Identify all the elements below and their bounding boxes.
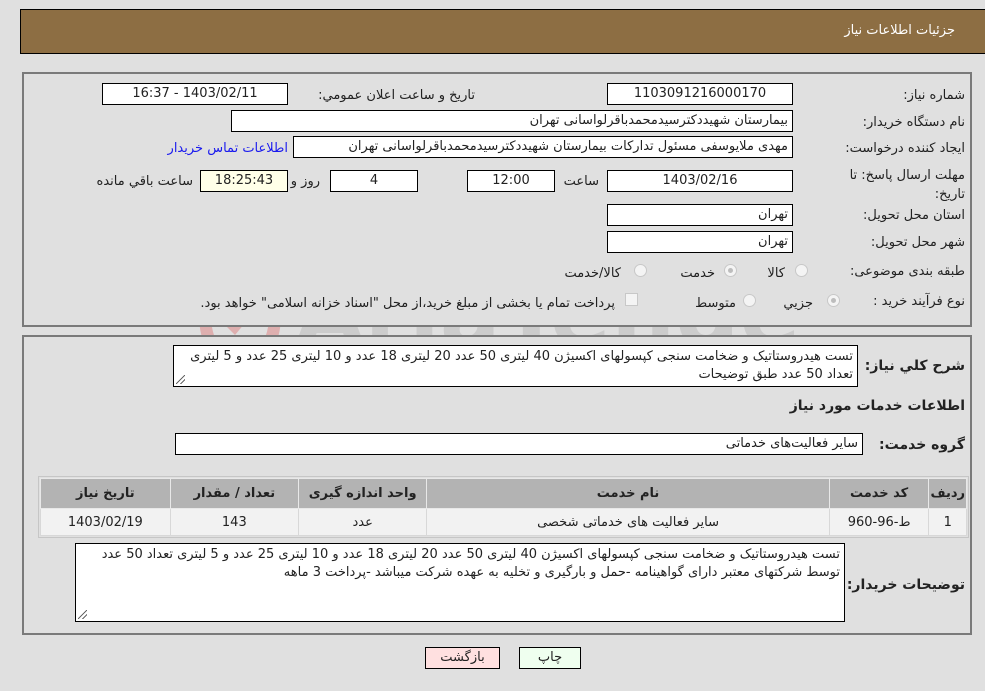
page-header: جزئیات اطلاعات نیاز bbox=[20, 9, 985, 54]
province-field: تهران bbox=[607, 204, 793, 226]
buyer-contact-link[interactable]: اطلاعات تماس خریدار bbox=[168, 141, 288, 156]
announce-date-label: تاریخ و ساعت اعلان عمومي: bbox=[318, 88, 475, 103]
cell-row-number: 1 bbox=[928, 508, 967, 536]
category-radio-service[interactable] bbox=[724, 264, 737, 277]
column-header-unit: واحد اندازه گیری bbox=[297, 478, 428, 509]
creator-label: ایجاد کننده درخواست: bbox=[845, 141, 965, 156]
summary-text: تست هیدروستاتیک و ضخامت سنجی کپسولهای اک… bbox=[190, 349, 853, 382]
cell-unit: عدد bbox=[297, 508, 428, 536]
province-label: استان محل تحویل: bbox=[863, 208, 965, 223]
remaining-time-label: ساعت باقي مانده bbox=[96, 174, 193, 189]
cell-service-name: سایر فعالیت های خدماتی شخصی bbox=[426, 508, 830, 536]
deadline-time-label: ساعت bbox=[563, 174, 599, 189]
deadline-date-field: 1403/02/16 bbox=[607, 170, 793, 192]
column-header-quantity: تعداد / مقدار bbox=[169, 478, 300, 509]
process-option-medium: متوسط bbox=[695, 296, 736, 311]
summary-label: شرح کلي نياز: bbox=[864, 358, 965, 374]
process-radio-medium[interactable] bbox=[743, 294, 756, 307]
deadline-label: مهلت ارسال پاسخ: تا تاریخ: bbox=[849, 168, 965, 202]
need-number-label: شماره نیاز: bbox=[903, 88, 965, 103]
announce-date-field: 1403/02/11 - 16:37 bbox=[102, 83, 288, 105]
print-button[interactable]: چاپ bbox=[519, 647, 581, 669]
service-group-field: سایر فعالیت‌های خدماتی bbox=[175, 433, 863, 455]
services-table: ردیف کد خدمت نام خدمت واحد اندازه گیری ت… bbox=[40, 478, 967, 536]
process-radio-minor[interactable] bbox=[827, 294, 840, 307]
buyer-org-field: بیمارستان شهیددکترسیدمحمدباقرلواسانی تهر… bbox=[231, 110, 793, 132]
days-label: روز و bbox=[290, 174, 320, 189]
days-remaining-field: 4 bbox=[330, 170, 418, 192]
category-radio-goods[interactable] bbox=[795, 264, 808, 277]
category-radio-goods-service[interactable] bbox=[634, 264, 647, 277]
table-header-row: ردیف کد خدمت نام خدمت واحد اندازه گیری ت… bbox=[40, 478, 967, 509]
cell-need-date: 1403/02/19 bbox=[40, 508, 171, 536]
services-section-title: اطلاعات خدمات مورد نیاز bbox=[789, 398, 965, 414]
deadline-time-field: 12:00 bbox=[467, 170, 555, 192]
category-option-goods-service: کالا/خدمت bbox=[564, 266, 621, 281]
column-header-need-date: تاریخ نیاز bbox=[40, 478, 171, 509]
buyer-notes-textarea[interactable]: تست هیدروستاتیک و ضخامت سنجی کپسولهای اک… bbox=[75, 543, 845, 622]
category-option-goods: کالا bbox=[767, 266, 785, 281]
cell-quantity: 143 bbox=[169, 508, 300, 536]
treasury-payment-checkbox[interactable] bbox=[625, 293, 638, 306]
category-label: طبقه بندی موضوعی: bbox=[849, 264, 965, 279]
back-button[interactable]: بازگشت bbox=[425, 647, 500, 669]
service-group-label: گروه خدمت: bbox=[879, 437, 965, 453]
buyer-notes-text: تست هیدروستاتیک و ضخامت سنجی کپسولهای اک… bbox=[101, 547, 840, 580]
column-header-service-code: کد خدمت bbox=[828, 478, 930, 509]
cell-service-code: ط-96-960 bbox=[828, 508, 930, 536]
city-label: شهر محل تحویل: bbox=[870, 235, 965, 250]
treasury-payment-label: پرداخت تمام یا بخشی از مبلغ خرید،از محل … bbox=[200, 296, 615, 311]
process-type-label: نوع فرآیند خرید : bbox=[873, 294, 965, 309]
resize-handle-icon[interactable] bbox=[78, 610, 87, 619]
buyer-org-label: نام دستگاه خریدار: bbox=[862, 115, 965, 130]
city-field: تهران bbox=[607, 231, 793, 253]
column-header-service-name: نام خدمت bbox=[426, 478, 830, 509]
summary-textarea[interactable]: تست هیدروستاتیک و ضخامت سنجی کپسولهای اک… bbox=[173, 345, 858, 387]
process-option-minor: جزيي bbox=[783, 296, 813, 311]
need-number-field: 1103091216000170 bbox=[607, 83, 793, 105]
category-option-service: خدمت bbox=[680, 266, 715, 281]
creator-field: مهدی ملایوسفی مسئول تدارکات بیمارستان شه… bbox=[293, 136, 793, 158]
table-row: 1 ط-96-960 سایر فعالیت های خدماتی شخصی ع… bbox=[40, 508, 967, 536]
resize-handle-icon[interactable] bbox=[176, 375, 185, 384]
buyer-notes-label: توضیحات خریدار: bbox=[846, 577, 965, 593]
page-title: جزئیات اطلاعات نیاز bbox=[844, 23, 955, 38]
column-header-row-number: ردیف bbox=[928, 478, 967, 509]
remaining-time-field: 18:25:43 bbox=[200, 170, 288, 192]
